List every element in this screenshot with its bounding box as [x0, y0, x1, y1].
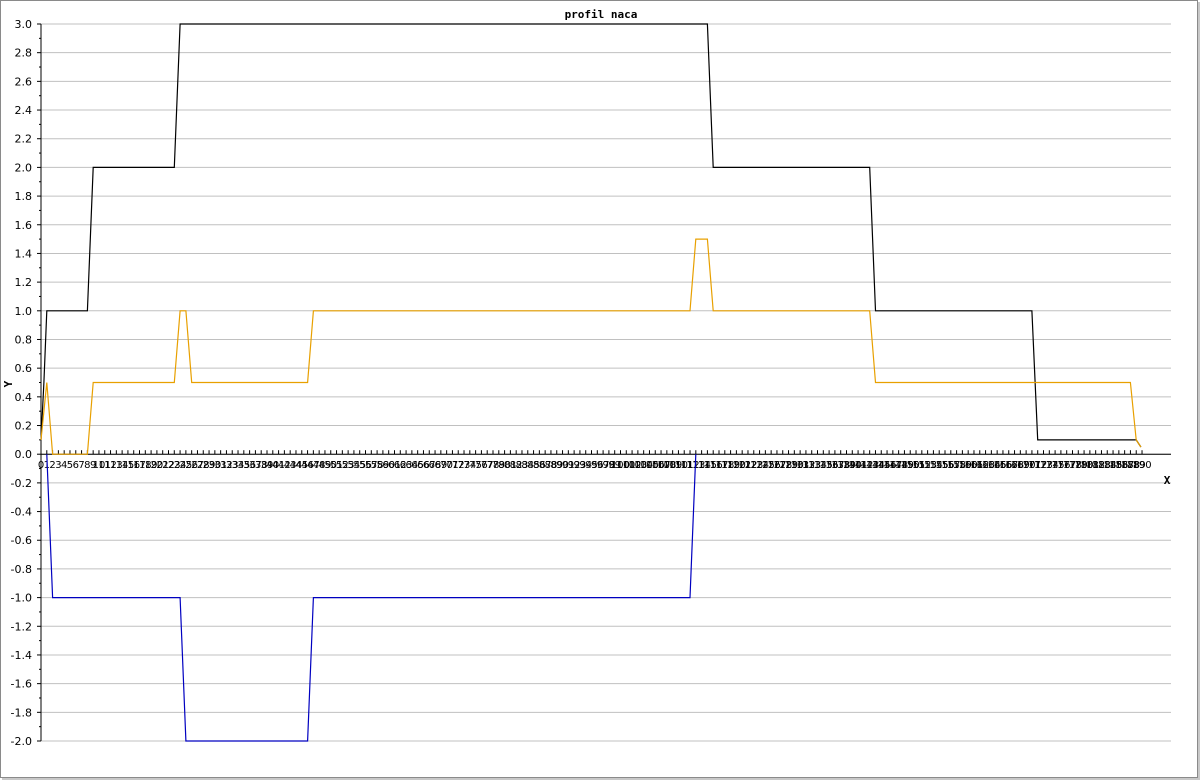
- y-tick-label: 1.4: [15, 247, 33, 260]
- y-tick-label: 2.4: [15, 104, 33, 117]
- y-axis-ticks: 3.0 2.8 2.6 2.4 2.2 2.0 1.8 1.6 1.4 1.2 1.0 0.8 0.6 0…: [11, 18, 41, 748]
- y-tick-label: 1.8: [15, 190, 33, 203]
- y-tick-label: -0.6: [11, 534, 32, 547]
- y-tick-label: 0.6: [15, 362, 33, 375]
- x-axis-ticks: 0 1 2 3 4 5 6 7 8 9101112131415161718192021222324…: [38, 450, 1152, 471]
- y-tick-label: 1.0: [15, 305, 33, 318]
- chart-frame: 3.0 2.8 2.6 2.4 2.2 2.0 1.8 1.6 1.4 1.2 1.0 0.8 0.6 0…: [0, 0, 1198, 778]
- y-tick-label: -0.4: [11, 506, 32, 519]
- y-tick-label: 2.6: [15, 75, 33, 88]
- chart-title: profil naca: [565, 8, 638, 21]
- y-tick-label: 0.2: [15, 420, 33, 433]
- y-tick-label: 0.4: [15, 391, 33, 404]
- y-tick-label: -1.8: [11, 706, 32, 719]
- y-tick-label: 3.0: [15, 18, 33, 31]
- y-tick-label: 2.8: [15, 47, 33, 60]
- y-tick-label: -1.4: [11, 649, 32, 662]
- y-tick-label: -1.2: [11, 620, 32, 633]
- chart-plot: 3.0 2.8 2.6 2.4 2.2 2.0 1.8 1.6 1.4 1.2 1.0 0.8 0.6 0…: [2, 8, 1171, 748]
- y-tick-label: 0.0: [15, 448, 33, 461]
- y-tick-label: 2.0: [15, 161, 33, 174]
- y-tick-label: 2.2: [15, 133, 33, 146]
- y-tick-label: -0.8: [11, 563, 32, 576]
- y-tick-label: -1.6: [11, 678, 32, 691]
- series-line-2: [40, 238, 1142, 455]
- y-tick-label: -2.0: [11, 735, 32, 748]
- y-tick-label: 1.2: [15, 276, 33, 289]
- series-lines: [40, 23, 1142, 742]
- y-tick-label: -1.0: [11, 592, 32, 605]
- series-line-3: [46, 454, 697, 742]
- x-axis-title: X: [1164, 474, 1171, 487]
- x-tick-label: 190: [1132, 460, 1151, 471]
- series-line-1: [40, 23, 1142, 448]
- y-tick-label: 1.6: [15, 219, 33, 232]
- y-axis-title: Y: [2, 380, 15, 387]
- y-tick-label: -0.2: [11, 477, 32, 490]
- y-tick-label: 0.8: [15, 333, 33, 346]
